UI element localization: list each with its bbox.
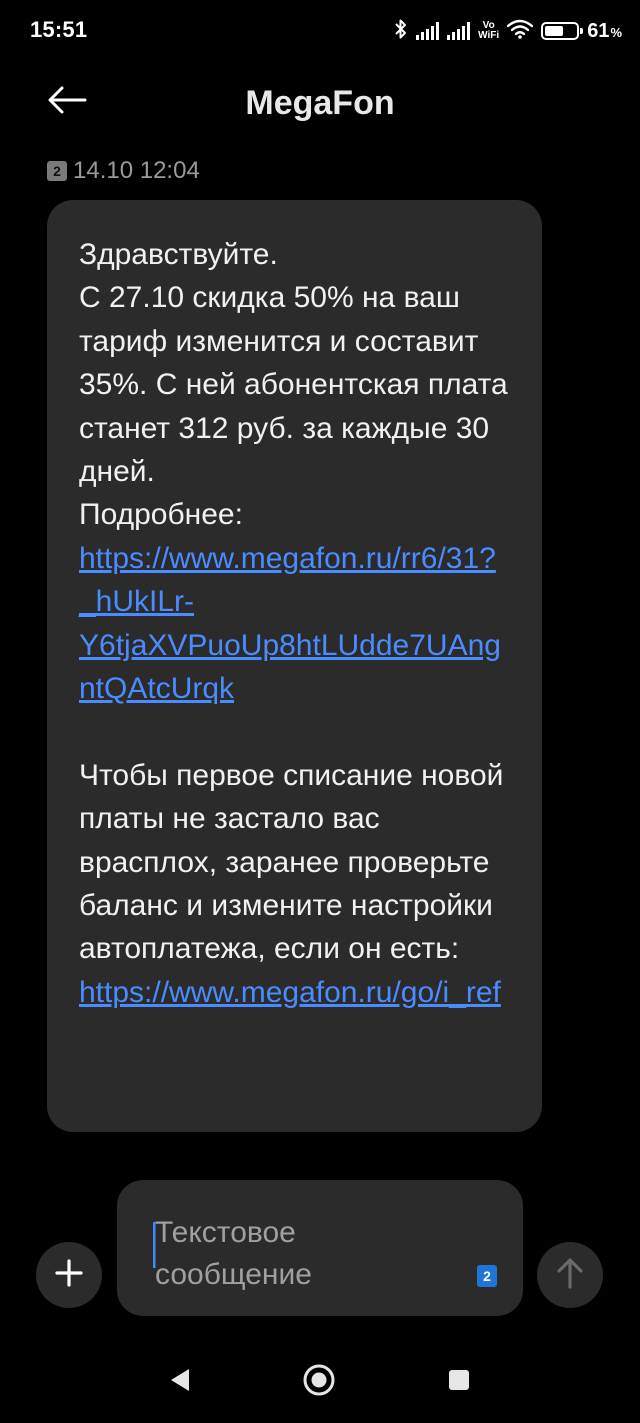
sim-slot-badge: 2	[47, 161, 67, 181]
sim-select-chip[interactable]: 2	[477, 1265, 497, 1287]
message-text: Здравствуйте. С 27.10 скидка 50% на ваш …	[79, 233, 512, 710]
wifi-icon	[506, 19, 534, 44]
nav-back-button[interactable]	[160, 1362, 200, 1402]
nav-back-icon	[168, 1367, 192, 1398]
signal-icon	[447, 22, 471, 40]
greeting-text: Здравствуйте.	[79, 238, 278, 271]
nav-recents-button[interactable]	[439, 1362, 479, 1402]
vowifi-icon: Vo WiFi	[478, 21, 499, 41]
system-nav-bar	[0, 1340, 640, 1423]
battery-fill	[545, 26, 564, 36]
add-attachment-button[interactable]	[36, 1242, 102, 1308]
nav-home-button[interactable]	[299, 1362, 339, 1402]
status-bar: 15:51 Vo WiFi 61%	[0, 0, 640, 62]
conversation-title: MegaFon	[245, 84, 395, 122]
battery-icon	[541, 22, 584, 40]
status-icons: Vo WiFi 61%	[394, 17, 622, 45]
nav-recents-icon	[447, 1368, 471, 1397]
wifi-label: WiFi	[478, 30, 500, 41]
autopay-text: Чтобы первое списание новой платы не зас…	[79, 758, 504, 966]
conversation-header: MegaFon	[0, 62, 640, 148]
message-input-placeholder: Текстовое сообщение	[155, 1216, 312, 1291]
bluetooth-icon	[394, 18, 408, 45]
send-button[interactable]	[537, 1242, 603, 1308]
message-bubble[interactable]: Здравствуйте. С 27.10 скидка 50% на ваш …	[47, 200, 542, 1132]
status-time: 15:51	[30, 17, 88, 42]
message-timestamp: 14.10 12:04	[73, 157, 200, 184]
details-link[interactable]: https://www.megafon.ru/rr6/31?_hUkILr-Y6…	[79, 542, 501, 705]
signal-icon	[416, 22, 440, 40]
send-arrow-icon	[555, 1256, 585, 1295]
nav-home-icon	[302, 1363, 336, 1402]
text-caret	[153, 1222, 156, 1268]
battery-percent: 61%	[587, 19, 622, 42]
message-paragraph-2: Чтобы первое списание новой платы не зас…	[79, 754, 512, 1014]
autopay-link[interactable]: https://www.megafon.ru/go/i_ref	[79, 976, 501, 1009]
message-input[interactable]: Текстовое сообщение	[117, 1180, 523, 1316]
message-meta: 2 14.10 12:04	[47, 157, 200, 185]
more-label: Подробнее:	[79, 498, 243, 532]
tariff-text: С 27.10 скидка 50% на ваш тариф изменитс…	[79, 281, 508, 489]
plus-icon	[54, 1258, 84, 1293]
